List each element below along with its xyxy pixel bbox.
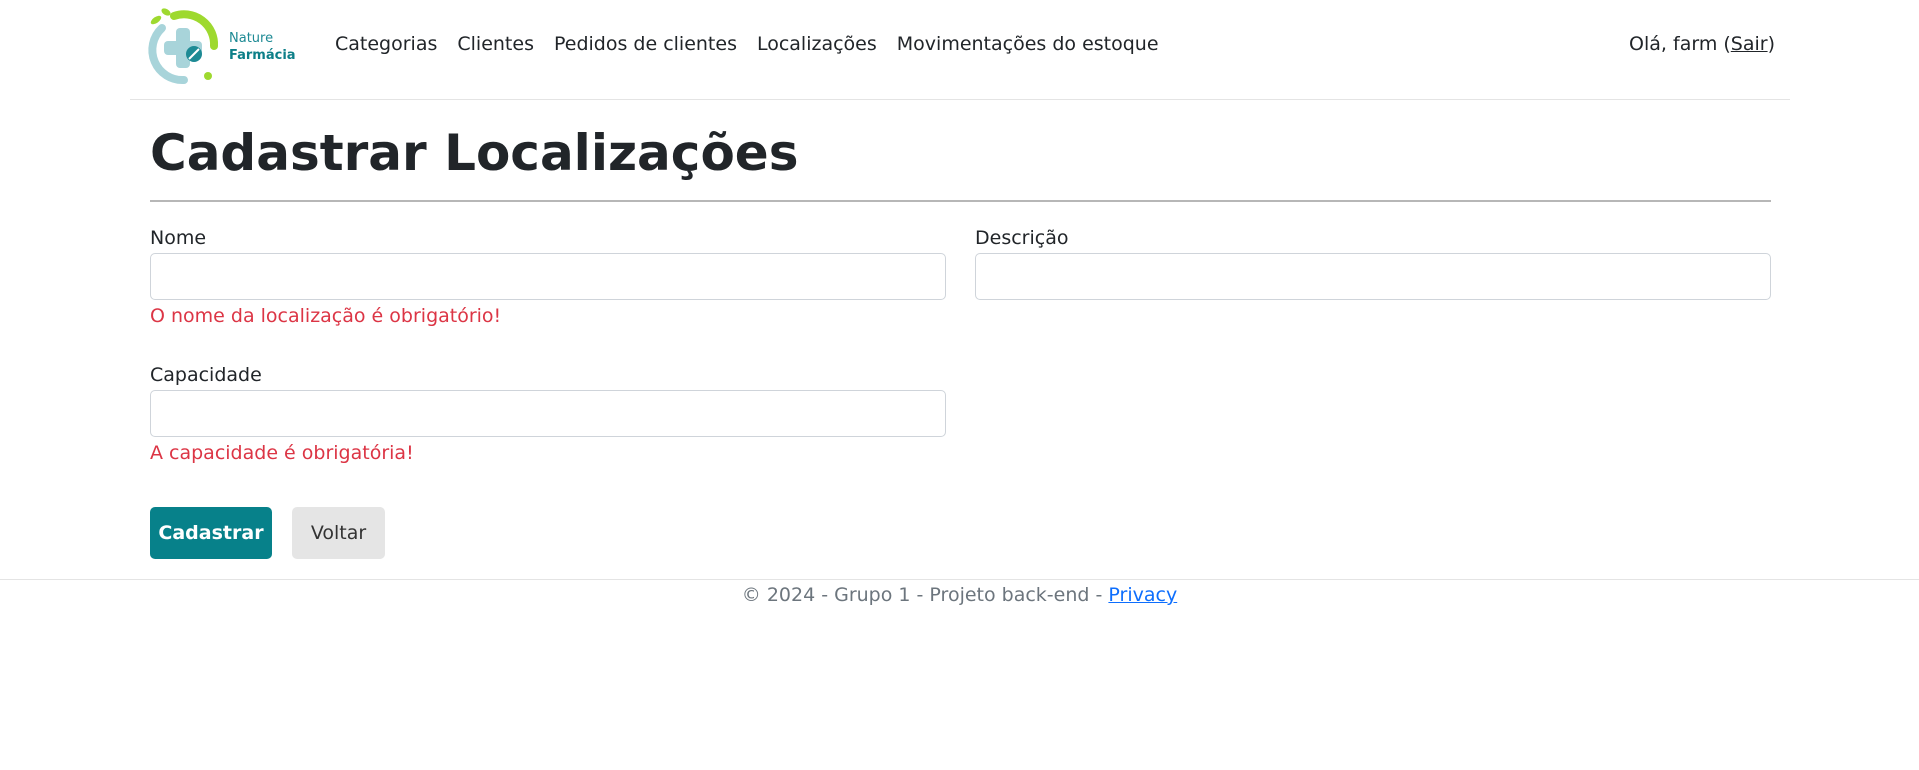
privacy-link[interactable]: Privacy	[1108, 584, 1177, 606]
capacidade-input[interactable]	[150, 390, 946, 437]
navbar: Nature Farmácia Categorias Clientes Pedi…	[130, 0, 1790, 100]
descricao-input[interactable]	[975, 253, 1771, 300]
brand-name: Nature Farmácia	[229, 30, 296, 64]
nome-input[interactable]	[150, 253, 946, 300]
footer-divider	[0, 579, 1919, 580]
nome-error: O nome da localização é obrigatório!	[150, 305, 502, 327]
voltar-button[interactable]: Voltar	[292, 507, 385, 559]
capacidade-label: Capacidade	[150, 364, 262, 386]
logout-link[interactable]: Sair	[1731, 33, 1768, 55]
brand-logo[interactable]: Nature Farmácia	[144, 6, 304, 86]
title-divider	[150, 200, 1771, 202]
cadastrar-button[interactable]: Cadastrar	[150, 507, 272, 559]
page-title: Cadastrar Localizações	[150, 124, 799, 182]
nav-item-movimentacoes[interactable]: Movimentações do estoque	[887, 33, 1169, 55]
nav-item-pedidos[interactable]: Pedidos de clientes	[544, 33, 747, 55]
footer-text: © 2024 - Grupo 1 - Projeto back-end -	[741, 584, 1109, 606]
nav-item-categorias[interactable]: Categorias	[325, 33, 447, 55]
footer: © 2024 - Grupo 1 - Projeto back-end - Pr…	[0, 584, 1919, 606]
greeting-close: )	[1767, 33, 1775, 55]
brand-line-1: Nature	[229, 31, 274, 46]
nav-item-localizacoes[interactable]: Localizações	[747, 33, 887, 55]
nome-label: Nome	[150, 227, 207, 249]
user-greeting: Olá, farm (Sair)	[1629, 33, 1775, 55]
descricao-label: Descrição	[975, 227, 1069, 249]
capacidade-error: A capacidade é obrigatória!	[150, 442, 414, 464]
nav-item-clientes[interactable]: Clientes	[447, 33, 544, 55]
brand-line-2: Farmácia	[229, 48, 296, 63]
pharmacy-logo-icon	[148, 8, 219, 85]
greeting-text: Olá, farm (	[1629, 33, 1731, 55]
main-nav: Categorias Clientes Pedidos de clientes …	[325, 33, 1169, 55]
